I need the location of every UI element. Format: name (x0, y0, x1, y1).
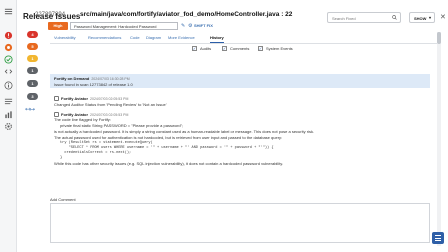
checkbox-audits[interactable]: ✓ (192, 46, 197, 51)
avatar (54, 96, 59, 102)
alert-icon[interactable] (3, 30, 13, 40)
check-circle-icon[interactable] (3, 54, 13, 64)
add-comment-label: Add Comment (50, 197, 76, 202)
scrollbar-thumb[interactable] (437, 32, 441, 44)
filter-label: Comments (230, 46, 250, 51)
history-author: Fortify Aviator 2024/07/03 02:05:53 PM (54, 96, 426, 102)
expand-arrows-icon[interactable]: ↤↦ (25, 106, 35, 113)
history-entry: Fortify Aviator 2024/07/03 02:05:53 PM Ch… (50, 94, 430, 108)
filter-audits[interactable]: ✓ Audits (192, 46, 211, 51)
search-placeholder: Search Fixed (332, 16, 356, 21)
edit-icon[interactable]: ✎ (181, 23, 185, 29)
comment-textarea[interactable] (50, 203, 430, 243)
issue-tabs: Vulnerability Recommendations Code Diagr… (50, 34, 440, 44)
issue-path: src/main/java/com/fortify/aviator_fod_de… (80, 11, 293, 18)
count-badge: 5 (27, 43, 38, 50)
history-entry: Fortify Aviator 2024/07/03 02:05:53 PM Th… (50, 110, 430, 190)
history-time: 2024/07/03 02:05:53 PM (90, 97, 129, 101)
search-input[interactable]: Search Fixed (327, 12, 401, 23)
show-label: SHOW (414, 16, 427, 21)
close-icon[interactable]: ✕ (440, 13, 446, 21)
history-time: 2024/07/03 16:30:28 PM (91, 77, 130, 81)
search-icon (392, 15, 397, 21)
info-icon[interactable] (3, 80, 13, 90)
shift-fix-link[interactable]: SHIFT FIX (194, 23, 213, 28)
issue-id: 227897894 (35, 12, 66, 18)
history-entry: Fortify on Demand 2024/07/03 16:30:28 PM … (50, 74, 430, 88)
tab-vulnerability[interactable]: Vulnerability (54, 35, 76, 40)
count-badge: 3 (27, 93, 38, 100)
count-badge: 1 (27, 55, 38, 62)
history-body: Issue found in scan 12773842 of release … (54, 82, 133, 87)
menu-icon[interactable] (3, 6, 13, 16)
filter-label: Audits (200, 46, 212, 51)
app-logo-icon (432, 232, 444, 244)
severity-badge: High (48, 22, 68, 30)
filter-label: System Events (266, 46, 293, 51)
checkbox-system-events[interactable]: ✓ (258, 46, 263, 51)
chevron-down-icon: ▾ (428, 15, 431, 20)
gear-icon[interactable] (3, 121, 13, 131)
code-icon[interactable] (3, 66, 13, 76)
chart-icon[interactable] (3, 109, 13, 119)
tab-diagram[interactable]: Diagram (146, 35, 161, 40)
count-badge: 1 (27, 80, 38, 87)
filter-system-events[interactable]: ✓ System Events (258, 46, 293, 51)
history-body: Changed Auditor Status from 'Pending Rev… (54, 102, 167, 108)
scrollbar-track[interactable] (437, 32, 441, 246)
list-icon[interactable] (3, 96, 13, 106)
comment-text: While this code has other security issue… (54, 161, 284, 167)
checkbox-comments[interactable]: ✓ (222, 46, 227, 51)
filter-comments[interactable]: ✓ Comments (222, 46, 249, 51)
history-author: Fortify on Demand 2024/07/03 16:30:28 PM (54, 76, 130, 81)
bug-icon[interactable]: ⚙ (188, 23, 192, 29)
tab-history[interactable]: History (210, 35, 224, 43)
category-field[interactable]: Password Management: Hardcoded Password (70, 22, 178, 30)
count-badge: 1 (27, 67, 38, 74)
history-list: Fortify on Demand 2024/07/03 16:30:28 PM … (50, 54, 430, 194)
tab-more-evidence[interactable]: More Evidence (168, 35, 195, 40)
tab-recommendations[interactable]: Recommendations (88, 35, 121, 40)
settings-icon[interactable] (3, 42, 13, 52)
show-dropdown[interactable]: SHOW ▾ (409, 12, 435, 23)
count-badge: 4 (27, 31, 38, 38)
history-time: 2024/07/03 02:05:53 PM (90, 113, 129, 117)
tab-code[interactable]: Code (130, 35, 140, 40)
left-navigation-rail (0, 0, 17, 252)
